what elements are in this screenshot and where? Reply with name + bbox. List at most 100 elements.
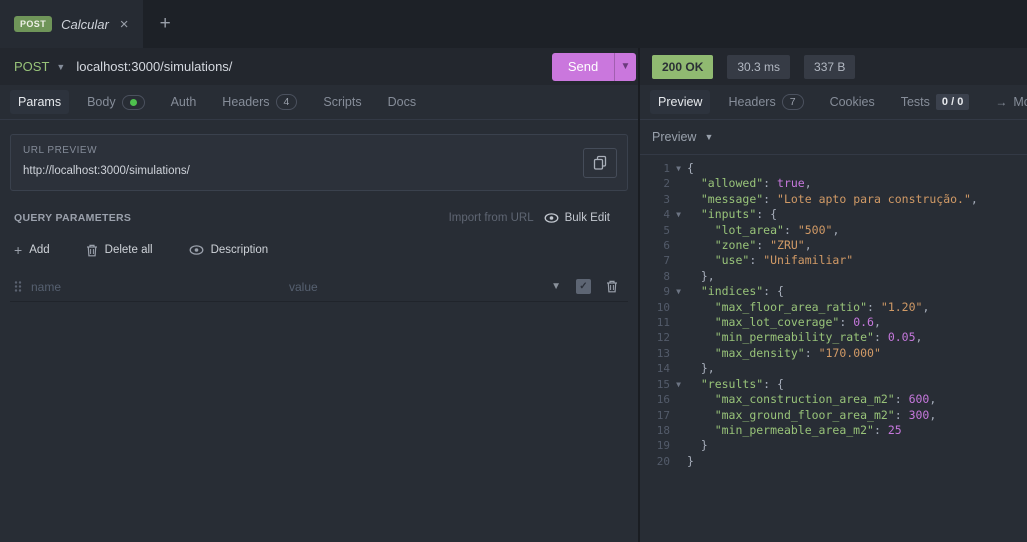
request-tab-body[interactable]: Body (79, 90, 153, 115)
request-tab-scripts-label: Scripts (323, 95, 362, 109)
code-text: "max_density": "170.000" (714, 345, 881, 360)
code-text: { (687, 161, 694, 175)
arrow-right-icon: → (995, 95, 1008, 109)
response-tab-cookies[interactable]: Cookies (822, 90, 883, 114)
param-value-input[interactable] (289, 279, 552, 294)
copy-url-button[interactable] (583, 147, 617, 178)
fold-arrow-icon[interactable]: ▼ (670, 207, 687, 222)
new-tab-button[interactable]: + (143, 0, 188, 48)
fold-arrow-icon[interactable]: ▼ (670, 161, 687, 176)
param-actions-row: + Add Delete all Description (10, 243, 628, 257)
request-panel: POST ▼ localhost:3000/simulations/ Send … (0, 48, 638, 542)
body-dot-badge (121, 94, 145, 110)
line-number: 10 (656, 300, 670, 314)
code-line: 4 ▼ "inputs": { (640, 207, 1027, 222)
bulk-edit-button[interactable]: Bulk Edit (544, 212, 610, 224)
response-panel: 200 OK 30.3 ms 337 B Preview Headers 7 Cook… (640, 48, 1027, 542)
request-tab-params-label: Params (18, 95, 62, 109)
delete-all-button[interactable]: Delete all (86, 244, 153, 257)
request-tab-scripts[interactable]: Scripts (315, 90, 369, 114)
request-tab-docs-label: Docs (387, 95, 417, 109)
fold-gutter (670, 300, 687, 315)
param-row: ▼ ✓ (10, 272, 628, 302)
code-line: 2 "allowed": true, (640, 176, 1027, 191)
eye-icon (189, 245, 204, 255)
code-text: } (687, 438, 708, 453)
param-name-input[interactable] (31, 279, 289, 294)
fold-arrow-icon[interactable]: ▼ (670, 284, 687, 299)
request-tab-headers[interactable]: Headers 4 (214, 89, 305, 115)
code-text: "max_construction_area_m2": 600, (714, 392, 937, 407)
line-number: 11 (656, 316, 670, 330)
chevron-down-icon[interactable]: ▼ (551, 281, 561, 292)
code-text: "min_permeable_area_m2": 25 (714, 422, 902, 437)
fold-gutter (670, 253, 687, 268)
code-line: 17 "max_ground_floor_area_m2": 300, (640, 408, 1027, 423)
tests-count-badge: 0 / 0 (935, 94, 970, 110)
line-number: 19 (656, 439, 670, 453)
send-button[interactable]: Send ▼ (552, 52, 636, 81)
request-tab-auth-label: Auth (170, 95, 197, 109)
request-tab-title: Calcular (61, 16, 109, 32)
response-time-badge: 30.3 ms (727, 54, 791, 79)
response-tab-preview[interactable]: Preview (650, 90, 711, 114)
line-number: 4 (663, 208, 670, 222)
code-line: 7 "use": "Unifamiliar" (640, 253, 1027, 268)
chevron-down-icon: ▼ (704, 132, 714, 142)
request-tab-params[interactable]: Params (10, 90, 70, 114)
response-tab-tests[interactable]: Tests 0 / 0 (893, 89, 978, 115)
response-tab-headers-label: Headers (728, 95, 776, 109)
chevron-down-icon[interactable]: ▼ (56, 62, 65, 72)
fold-gutter (670, 269, 687, 284)
line-number: 6 (663, 239, 670, 253)
fold-gutter (670, 438, 687, 453)
line-number: 13 (656, 346, 670, 360)
send-options-arrow[interactable]: ▼ (614, 52, 636, 81)
code-line: 6 "zone": "ZRU", (640, 238, 1027, 253)
code-line: 19 } (640, 438, 1027, 453)
fold-gutter (670, 423, 687, 438)
code-text: } (687, 453, 694, 468)
close-icon[interactable]: × (120, 17, 129, 32)
response-tab-headers[interactable]: Headers 7 (720, 89, 811, 115)
line-number: 2 (663, 177, 670, 191)
code-text: "message": "Lote apto para construção.", (700, 191, 978, 206)
code-text: "max_floor_area_ratio": "1.20", (714, 299, 930, 314)
url-input[interactable]: localhost:3000/simulations/ (76, 59, 232, 74)
line-number: 18 (656, 423, 670, 437)
fold-arrow-icon[interactable]: ▼ (670, 377, 687, 392)
drag-handle-icon[interactable] (14, 280, 22, 293)
response-tabs: PreviewHeaders7CookiesTests0 / 0→MockC (640, 85, 1027, 120)
method-selector[interactable]: POST (14, 59, 49, 74)
code-text: "inputs": { (700, 207, 778, 222)
param-enabled-checkbox[interactable]: ✓ (576, 279, 591, 294)
import-from-url-button[interactable]: Import from URL (449, 212, 534, 224)
response-view-selector[interactable]: Preview ▼ (640, 120, 1027, 155)
request-tab-auth[interactable]: Auth (163, 90, 205, 114)
code-line: 18 "min_permeable_area_m2": 25 (640, 423, 1027, 438)
line-number: 9 (663, 285, 670, 299)
line-number: 15 (656, 377, 670, 391)
response-tab-mock[interactable]: → Mock (987, 90, 1027, 114)
request-tab-docs[interactable]: Docs (380, 90, 424, 114)
code-text: "indices": { (700, 284, 784, 299)
add-param-button[interactable]: + Add (14, 243, 50, 257)
code-text: "zone": "ZRU", (714, 238, 812, 253)
response-tab-preview-label: Preview (658, 95, 703, 109)
send-button-label: Send (567, 59, 599, 74)
code-line: 15 ▼ "results": { (640, 377, 1027, 392)
code-line: 14 }, (640, 361, 1027, 376)
code-line: 13 "max_density": "170.000" (640, 346, 1027, 361)
green-dot-icon (129, 98, 137, 106)
delete-row-trash-icon[interactable] (606, 280, 618, 293)
description-toggle-button[interactable]: Description (189, 244, 268, 256)
status-badge: 200 OK (652, 54, 714, 79)
code-line: 1 ▼{ (640, 161, 1027, 176)
open-request-tab[interactable]: POST Calcular × (0, 0, 143, 48)
request-tab-body-label: Body (87, 95, 116, 109)
line-number: 8 (663, 269, 670, 283)
fold-gutter (670, 315, 687, 330)
request-tab-headers-label: Headers (222, 95, 270, 109)
line-number: 16 (656, 393, 670, 407)
line-number: 7 (663, 254, 670, 268)
